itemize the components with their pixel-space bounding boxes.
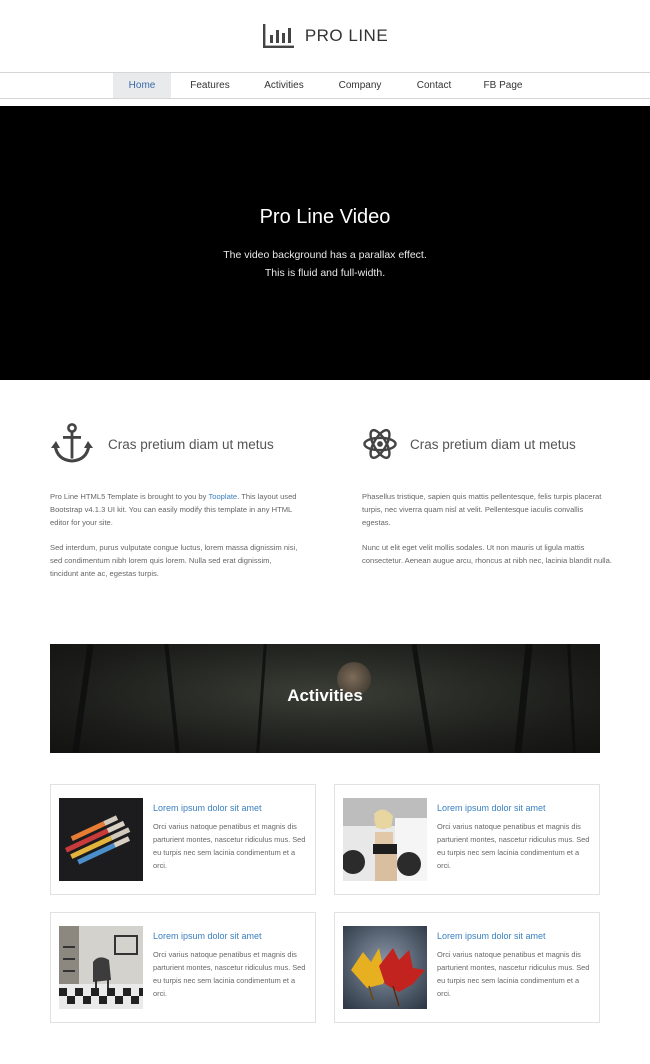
nav-home[interactable]: Home: [113, 73, 171, 98]
feature-paragraph: Phasellus tristique, sapien quis mattis …: [362, 492, 602, 527]
autumn-leaves-image: [343, 926, 427, 1009]
main-nav: Home Features Activities Company Contact…: [0, 72, 650, 99]
card-title[interactable]: Lorem ipsum dolor sit amet: [437, 931, 592, 941]
card-text: Orci varius natoque penatibus et magnis …: [437, 950, 590, 998]
anchor-icon: [51, 423, 93, 463]
feature-paragraph: Pro Line HTML5 Template is brought to yo…: [50, 490, 300, 529]
feature-block-2: Cras pretium diam ut metus Phasellus tri…: [362, 422, 612, 567]
feature-paragraph: Sed interdum, purus vulputate congue luc…: [50, 543, 298, 578]
hero-subtitle-line-1: The video background has a parallax effe…: [223, 249, 427, 261]
activities-banner: Activities: [50, 644, 600, 753]
interior-room-image: [59, 926, 143, 1009]
card-title[interactable]: Lorem ipsum dolor sit amet: [153, 931, 308, 941]
activities-title: Activities: [287, 686, 363, 705]
feature-paragraph: Nunc ut elit eget velit mollis sodales. …: [362, 543, 612, 565]
card-text: Orci varius natoque penatibus et magnis …: [153, 950, 306, 998]
tooplate-link[interactable]: Tooplate: [208, 492, 237, 501]
nav-features[interactable]: Features: [171, 73, 249, 98]
activity-thumbnail: [343, 926, 427, 1009]
card-title[interactable]: Lorem ipsum dolor sit amet: [437, 803, 592, 813]
woman-car-image: [343, 798, 427, 881]
activity-card-4[interactable]: Lorem ipsum dolor sit amet Orci varius n…: [334, 912, 600, 1023]
feature-title: Cras pretium diam ut metus: [410, 436, 576, 452]
paint-brushes-image: [59, 798, 143, 881]
card-text: Orci varius natoque penatibus et magnis …: [153, 822, 306, 870]
feature-text: Pro Line HTML5 Template is brought to yo…: [50, 492, 209, 501]
activity-card-1[interactable]: Lorem ipsum dolor sit amet Orci varius n…: [50, 784, 316, 895]
nav-fb-page[interactable]: FB Page: [467, 73, 539, 98]
nav-activities[interactable]: Activities: [249, 73, 319, 98]
activity-card-3[interactable]: Lorem ipsum dolor sit amet Orci varius n…: [50, 912, 316, 1023]
nav-company[interactable]: Company: [319, 73, 401, 98]
hero-title: Pro Line Video: [259, 206, 391, 228]
bar-chart-icon: [262, 24, 294, 48]
hero-subtitle-line-2: This is fluid and full-width.: [264, 267, 386, 279]
activity-thumbnail: [59, 798, 143, 881]
activity-thumbnail: [59, 926, 143, 1009]
atom-icon: [363, 428, 397, 460]
activity-thumbnail: [343, 798, 427, 881]
activity-card-2[interactable]: Lorem ipsum dolor sit amet Orci varius n…: [334, 784, 600, 895]
hero-video: Pro Line Video The video background has …: [0, 106, 650, 380]
feature-title: Cras pretium diam ut metus: [108, 436, 274, 452]
nav-contact[interactable]: Contact: [401, 73, 467, 98]
feature-block-1: Cras pretium diam ut metus Pro Line HTML…: [50, 422, 300, 580]
brand-name: PRO LINE: [304, 26, 389, 45]
card-text: Orci varius natoque penatibus et magnis …: [437, 822, 590, 870]
card-title[interactable]: Lorem ipsum dolor sit amet: [153, 803, 308, 813]
site-brand[interactable]: PRO LINE: [0, 20, 650, 52]
